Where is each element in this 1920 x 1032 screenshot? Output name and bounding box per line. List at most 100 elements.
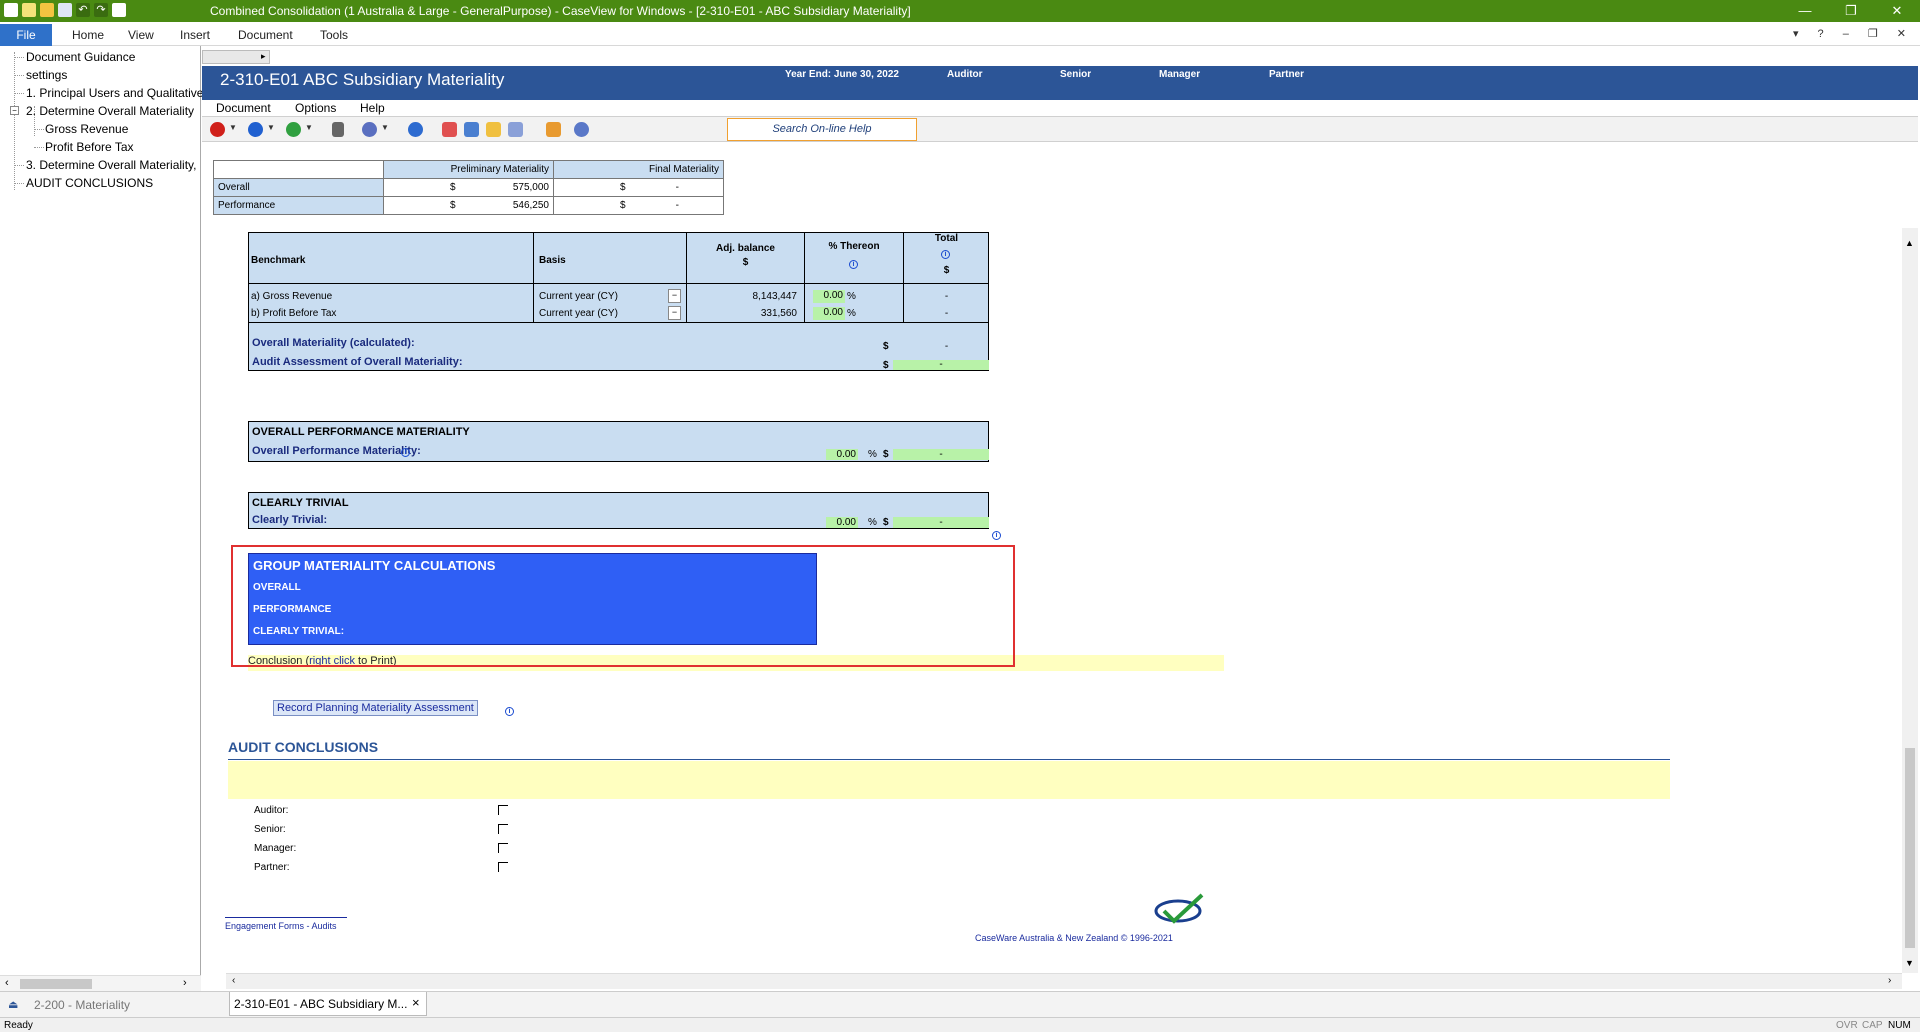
chevron-down-icon[interactable]: ▼ [305, 123, 313, 132]
minimize-button[interactable]: — [1782, 0, 1828, 22]
tab-home[interactable]: Home [72, 28, 104, 42]
ribbon-window-controls[interactable]: ▾ ? – ❐ ✕ [1793, 27, 1914, 40]
document-blue-icon[interactable] [464, 122, 479, 137]
tree-item-profit-before-tax[interactable]: Profit Before Tax [45, 140, 134, 154]
audit-conclusions-field[interactable] [228, 761, 1670, 799]
scroll-left-icon[interactable]: ‹ [5, 977, 9, 989]
tab-view[interactable]: View [128, 28, 154, 42]
total-value: - [944, 308, 949, 319]
scroll-right-icon[interactable]: › [1888, 975, 1891, 986]
overall-calc-currency: $ [883, 341, 889, 352]
flag-icon[interactable] [332, 122, 344, 137]
tree-item-document-guidance[interactable]: Document Guidance [26, 50, 135, 64]
tree-item-determine-overall-3[interactable]: 3. Determine Overall Materiality, [26, 158, 197, 172]
basis-dropdown-icon[interactable]: − [668, 306, 681, 320]
record-materiality-button[interactable]: Record Planning Materiality Assessment [273, 700, 478, 716]
signoff-checkbox[interactable] [498, 805, 508, 815]
horizontal-scrollbar[interactable]: ‹ › [226, 973, 1902, 989]
info-icon[interactable]: i [992, 528, 1001, 540]
tree-line [14, 52, 15, 190]
benchmark-row-name: a) Gross Revenue [251, 291, 333, 302]
scroll-right-icon[interactable]: › [183, 977, 187, 989]
assessment-label: Audit Assessment of Overall Materiality: [252, 356, 463, 368]
tab-document[interactable]: Document [238, 28, 293, 42]
signoff-checkbox[interactable] [498, 862, 508, 872]
basis-select[interactable]: Current year (CY) [539, 291, 618, 302]
chevron-down-icon[interactable]: ▼ [381, 123, 389, 132]
group-materiality-box: GROUP MATERIALITY CALCULATIONS MATERIALI… [248, 553, 891, 645]
globe-icon[interactable] [362, 122, 377, 137]
redo-icon[interactable]: ↷ [94, 3, 108, 17]
scroll-up-icon[interactable]: ▲ [1905, 238, 1914, 248]
tree-horizontal-scrollbar[interactable]: ‹ › [0, 975, 201, 991]
close-button[interactable]: ✕ [1874, 0, 1920, 22]
trivial-pct-input[interactable]: 0.00 [826, 517, 858, 528]
tab-insert[interactable]: Insert [180, 28, 210, 42]
info-icon[interactable]: i [401, 445, 410, 457]
tree-item-settings[interactable]: settings [26, 68, 67, 82]
navigate-icon[interactable] [248, 122, 263, 137]
error-icon[interactable] [210, 122, 225, 137]
chevron-down-icon[interactable]: ▼ [229, 123, 237, 132]
scroll-down-icon[interactable]: ▼ [1905, 958, 1914, 968]
undo-icon[interactable]: ↶ [76, 3, 90, 17]
audit-conclusions-heading: AUDIT CONCLUSIONS [228, 739, 379, 755]
home-icon[interactable] [546, 122, 561, 137]
ruler-arrow-icon[interactable]: ▸ [261, 51, 266, 62]
menu-options[interactable]: Options [295, 101, 336, 115]
open-folder-icon[interactable] [40, 3, 54, 17]
menu-document[interactable]: Document [216, 101, 271, 115]
adj-balance-value: 331,560 [760, 308, 797, 319]
restore-button[interactable]: ❐ [1828, 0, 1874, 22]
tree-item-audit-conclusions[interactable]: AUDIT CONCLUSIONS [26, 176, 153, 190]
check-icon[interactable] [286, 122, 301, 137]
new-icon[interactable] [22, 3, 36, 17]
summary-row-label: Performance [213, 196, 384, 215]
signoff-label: Manager: [254, 843, 297, 854]
document-yellow-icon[interactable] [486, 122, 501, 137]
info-icon[interactable]: i [505, 704, 514, 716]
tab-prev-document[interactable]: 2-200 - Materiality [34, 998, 130, 1012]
total-value: - [944, 291, 949, 302]
vertical-scrollbar[interactable]: ▲ ▼ [1902, 228, 1918, 973]
online-help-search[interactable]: Search On-line Help [727, 118, 917, 141]
assessment-input[interactable]: - [893, 360, 989, 370]
help-icon[interactable] [574, 122, 589, 137]
info-icon[interactable]: i [941, 247, 950, 259]
collapse-icon[interactable]: − [10, 106, 19, 115]
document-title: 2-310-E01 ABC Subsidiary Materiality [220, 70, 505, 89]
performance-pct-input[interactable]: 0.00 [826, 449, 858, 460]
tree-item-determine-overall[interactable]: 2. Determine Overall Materiality [26, 104, 194, 118]
scrollbar-thumb[interactable] [20, 979, 92, 989]
tab-file[interactable]: File [0, 24, 52, 46]
document-red-icon[interactable] [442, 122, 457, 137]
refresh-icon[interactable] [408, 122, 423, 137]
pct-sign: % [847, 291, 856, 302]
group-row-label: PERFORMANCE [253, 604, 332, 615]
save-icon[interactable] [58, 3, 72, 17]
tab-tools[interactable]: Tools [320, 28, 348, 42]
checklist-icon[interactable] [508, 122, 523, 137]
signoff-checkbox[interactable] [498, 843, 508, 853]
pct-input[interactable]: 0.00 [813, 307, 845, 320]
basis-select[interactable]: Current year (CY) [539, 308, 618, 319]
performance-currency: $ [883, 449, 889, 460]
tree-item-principal-users[interactable]: 1. Principal Users and Qualitative [26, 86, 203, 100]
tree-item-gross-revenue[interactable]: Gross Revenue [45, 122, 128, 136]
info-icon[interactable]: i [849, 257, 858, 269]
summary-row-label: Overall [213, 178, 384, 197]
menu-help[interactable]: Help [360, 101, 385, 115]
eject-icon[interactable]: ⏏ [8, 998, 18, 1011]
scroll-left-icon[interactable]: ‹ [232, 975, 235, 986]
performance-heading: OVERALL PERFORMANCE MATERIALITY [252, 426, 470, 438]
pct-input[interactable]: 0.00 [813, 290, 845, 303]
basis-dropdown-icon[interactable]: − [668, 289, 681, 303]
tab-active-document[interactable]: 2-310-E01 - ABC Subsidiary M... × [229, 992, 427, 1016]
signoff-checkbox[interactable] [498, 824, 508, 834]
group-row-value: - [860, 630, 864, 641]
close-tab-icon[interactable]: × [412, 995, 420, 1010]
scrollbar-thumb[interactable] [1905, 748, 1915, 948]
chevron-down-icon[interactable]: ▼ [267, 123, 275, 132]
customize-icon[interactable] [112, 3, 126, 17]
table-row: Overall $575,000 $ - [213, 178, 724, 197]
